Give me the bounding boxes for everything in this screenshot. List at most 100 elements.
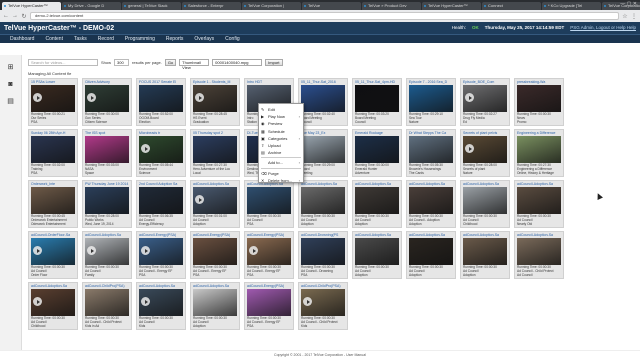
- menu-item-overlays[interactable]: Overlays: [194, 36, 214, 42]
- browser-tab[interactable]: TelVue HyperCaster™: [422, 2, 481, 10]
- card-title[interactable]: adCouncil-Adoption-Sa: [193, 182, 237, 186]
- card-title[interactable]: adCouncil-Adoption-Sa: [85, 233, 129, 237]
- menu-item-content[interactable]: Content: [45, 36, 63, 42]
- content-card[interactable]: adCouncil-Energy(PSA) Running Time: 00:00…: [244, 282, 294, 330]
- content-card[interactable]: Orderwork_Inte Running Time: 00:00:45 Orde…: [28, 180, 78, 228]
- video-thumbnail[interactable]: [355, 238, 399, 265]
- context-menu-item-play-now[interactable]: ▶ Play Now ›: [259, 113, 303, 120]
- card-title[interactable]: adCouncil-Adoption-Sa: [517, 182, 561, 186]
- card-title[interactable]: PW Thursday June 19 2014: [85, 182, 129, 186]
- video-thumbnail[interactable]: [517, 136, 561, 163]
- file-select[interactable]: 00001400040.mpg: [212, 58, 263, 66]
- card-title[interactable]: adCouncil-Adoption-Sa: [409, 182, 453, 186]
- document-icon[interactable]: ▤: [6, 97, 16, 106]
- content-card[interactable]: adCouncil-Adoption-Sa Running Time: 00:00…: [28, 282, 78, 330]
- card-title[interactable]: adCouncil-Adoption-Sa: [355, 233, 399, 237]
- browser-tab[interactable]: Connect: [482, 2, 541, 10]
- video-thumbnail[interactable]: [409, 238, 453, 265]
- content-card[interactable]: adCouncil-Adoption-Sa Running Time: 00:00…: [190, 282, 240, 330]
- card-title[interactable]: adCouncil-Adoption-Sa: [517, 233, 561, 237]
- add-content-icon[interactable]: ⊞: [6, 63, 16, 72]
- browser-tab[interactable]: TelVue Corporation |: [242, 2, 301, 10]
- play-icon[interactable]: [195, 93, 204, 102]
- card-title[interactable]: Episode 1 - Students_M: [193, 80, 237, 84]
- video-thumbnail[interactable]: [85, 85, 129, 112]
- card-title[interactable]: adCouncil-Adoption-Sa: [139, 284, 183, 288]
- browser-tab[interactable]: TelVue HyperCaster™: [2, 2, 61, 10]
- card-title[interactable]: adCouncil-ChildPro(PSA): [85, 284, 129, 288]
- card-title[interactable]: adCouncil-Energy(PSA): [193, 233, 237, 237]
- content-card[interactable]: Sunday 06 28th Apr-H Running Time: 00:02:…: [28, 129, 78, 177]
- content-card[interactable]: adCouncil-Energy(PSA) Running Time: 00:00…: [190, 231, 240, 279]
- play-icon[interactable]: [249, 246, 258, 255]
- video-thumbnail[interactable]: [301, 136, 345, 163]
- card-title[interactable]: 05_11_Thur-Sat_2016: [301, 80, 345, 84]
- video-thumbnail[interactable]: [193, 238, 237, 265]
- content-card[interactable]: 05 Thursday spot 2 Running Time: 00:27:30…: [190, 129, 240, 177]
- card-title[interactable]: Intro HDT: [247, 80, 291, 84]
- video-thumbnail[interactable]: [409, 85, 453, 112]
- star-icon[interactable]: ☆: [622, 13, 628, 20]
- content-card[interactable]: 15 PSAs Lower Running Time: 00:00:21 Our S…: [28, 78, 78, 126]
- content-card[interactable]: adCouncil-Drowning(PS Running Time: 00:00…: [298, 231, 348, 279]
- content-card[interactable]: adCouncil-Adoption-Sa Running Time: 00:00…: [82, 231, 132, 279]
- content-card[interactable]: adCouncil-Adoption-Sa Running Time: 00:00…: [460, 231, 510, 279]
- content-card[interactable]: Microbeads tr Running Time: 00:05:44 Envir…: [136, 129, 186, 177]
- play-icon[interactable]: [33, 297, 42, 306]
- content-card[interactable]: adCouncil-Adoption-Sa Running Time: 00:00…: [244, 180, 294, 228]
- content-card[interactable]: adCouncil-Energy(PSA) Running Time: 00:00…: [136, 231, 186, 279]
- card-title[interactable]: Sunday 06 28th Apr-H: [31, 131, 75, 135]
- card-title[interactable]: Engineering a Difference: [517, 131, 561, 135]
- browser-tab[interactable]: Salesforce - Enterpr: [182, 2, 241, 10]
- video-thumbnail[interactable]: [139, 238, 183, 265]
- card-title[interactable]: Citizen Advisory: [85, 80, 129, 84]
- content-card[interactable]: 05_11_Thur-Sat_4pm-HD Running Time: 00:03…: [352, 78, 402, 126]
- video-thumbnail[interactable]: [139, 136, 183, 163]
- header-links[interactable]: PSG Admin, Logout or Help Help: [570, 25, 636, 30]
- video-thumbnail[interactable]: [247, 289, 291, 316]
- content-card[interactable]: PW Thursday June 19 2014 Running Time: 00…: [82, 180, 132, 228]
- content-card[interactable]: adCouncil-Adoption-Sa Running Time: 00:00…: [136, 282, 186, 330]
- video-thumbnail[interactable]: [301, 238, 345, 265]
- browser-tab[interactable]: * KCo Upgrade [Tel: [542, 2, 601, 10]
- video-thumbnail[interactable]: [139, 187, 183, 214]
- content-card[interactable]: adCouncil-Adoption-Sa Running Time: 00:00…: [406, 180, 456, 228]
- window-controls[interactable]: — ▢ ✕: [620, 1, 637, 7]
- card-title[interactable]: adCouncil-Energy(PSA): [139, 233, 183, 237]
- browser-menu-icon[interactable]: ⋮: [631, 13, 637, 20]
- video-thumbnail[interactable]: [31, 85, 75, 112]
- play-icon[interactable]: [141, 144, 150, 153]
- rss-icon[interactable]: ◙: [6, 80, 16, 89]
- video-thumbnail[interactable]: [301, 289, 345, 316]
- card-title[interactable]: adCouncil-Adoption-Sa: [31, 284, 75, 288]
- menu-item-dashboard[interactable]: Dashboard: [10, 36, 34, 42]
- card-title[interactable]: FOCUS 2017 Senate El: [139, 80, 183, 84]
- content-card[interactable]: Dr What Stepps The Ca Running Time: 00:05…: [406, 129, 456, 177]
- browser-tab[interactable]: TelVue » Product Dev: [362, 2, 421, 10]
- video-thumbnail[interactable]: [463, 238, 507, 265]
- content-card[interactable]: adCouncil-ChildPro(PSA) Running Time: 00:…: [298, 282, 348, 330]
- menu-item-tasks[interactable]: Tasks: [74, 36, 87, 42]
- card-title[interactable]: The ISS spot: [85, 131, 129, 135]
- video-thumbnail[interactable]: [31, 238, 75, 265]
- card-title[interactable]: Dr What Stepps The Ca: [409, 131, 453, 135]
- content-card[interactable]: adCouncil-Adoption-Sa Running Time: 00:00…: [514, 231, 564, 279]
- content-card[interactable]: The ISS spot Running Time: 00:03:00 NASA Sp…: [82, 129, 132, 177]
- content-card[interactable]: 2nd Council Adoption Sa Running Time: 00:…: [136, 180, 186, 228]
- card-title[interactable]: pressbreaking-Wa: [517, 80, 561, 84]
- card-title[interactable]: adCouncil-ChildPro(PSA): [301, 284, 345, 288]
- video-thumbnail[interactable]: [193, 289, 237, 316]
- play-icon[interactable]: [33, 93, 42, 102]
- video-thumbnail[interactable]: [355, 136, 399, 163]
- content-card[interactable]: adCouncil-Energy(PSA) Running Time: 00:00…: [244, 231, 294, 279]
- video-thumbnail[interactable]: [355, 85, 399, 112]
- card-title[interactable]: adCouncil-Adoption-Sa: [463, 233, 507, 237]
- card-title[interactable]: adCouncil-Energy(PSA): [247, 233, 291, 237]
- card-title[interactable]: adCouncil-Adoption-Sa: [193, 284, 237, 288]
- context-menu-item-purge[interactable]: ⌫ Purge: [259, 170, 303, 177]
- content-card[interactable]: adCouncil-Adoption-Sa Running Time: 00:00…: [460, 180, 510, 228]
- reload-icon[interactable]: ↻: [21, 13, 27, 20]
- browser-tab[interactable]: TelVue: [302, 2, 361, 10]
- menu-item-reports[interactable]: Reports: [166, 36, 184, 42]
- card-title[interactable]: Tue May 23_Ex: [301, 131, 345, 135]
